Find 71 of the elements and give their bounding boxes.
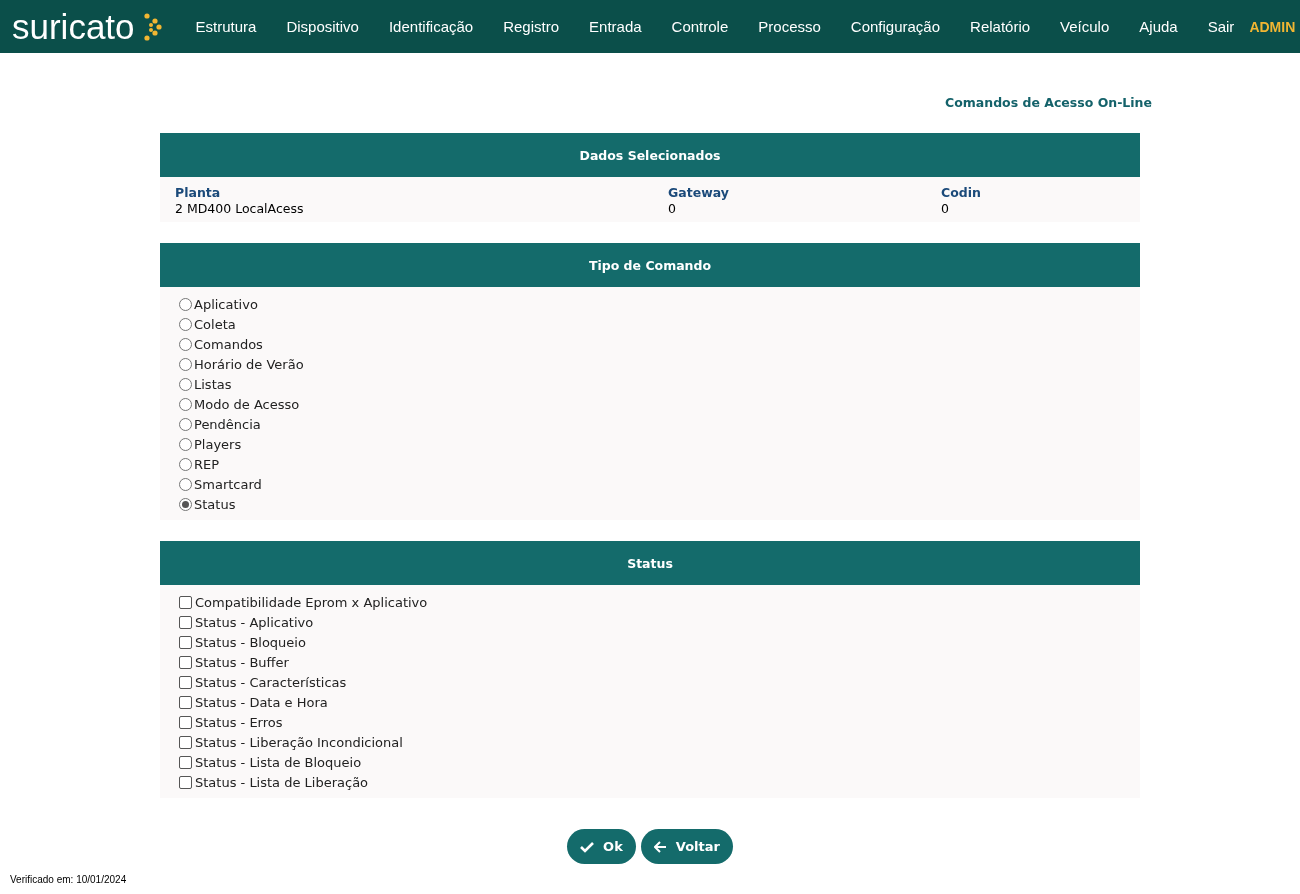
- radio-label[interactable]: Listas: [194, 376, 232, 392]
- section-header: Status: [160, 541, 1140, 585]
- field-value: 0: [941, 201, 950, 216]
- radio-label[interactable]: Horário de Verão: [194, 356, 304, 372]
- radio-button[interactable]: [179, 297, 192, 311]
- checkbox[interactable]: [179, 715, 192, 729]
- radio-label[interactable]: Coleta: [194, 316, 236, 332]
- checkbox-label[interactable]: Status - Aplicativo: [195, 614, 314, 630]
- menu-item[interactable]: Configuração: [850, 18, 941, 35]
- checkbox-label[interactable]: Status - Lista de Bloqueio: [195, 754, 362, 770]
- menu-item[interactable]: Processo: [758, 18, 821, 35]
- check-icon: [580, 840, 595, 853]
- ok-button[interactable]: Ok: [567, 829, 636, 864]
- checkbox[interactable]: [179, 735, 192, 749]
- logo-text: suricato: [12, 9, 135, 44]
- page-title: Comandos de Acesso On-Line: [944, 95, 1152, 110]
- radio-button[interactable]: [179, 377, 192, 391]
- menu-item[interactable]: Relatório: [970, 18, 1031, 35]
- radio-button[interactable]: [179, 357, 192, 371]
- checkbox-label[interactable]: Status - Liberação Incondicional: [195, 734, 403, 750]
- checkbox-label[interactable]: Status - Buffer: [195, 654, 289, 670]
- radio-button[interactable]: [179, 417, 192, 431]
- field-label: Codin: [941, 185, 982, 200]
- checkbox[interactable]: [179, 635, 192, 649]
- checkbox[interactable]: [179, 675, 192, 689]
- menu-item[interactable]: Sair: [1207, 18, 1235, 35]
- radio-button[interactable]: [179, 457, 192, 471]
- radio-label[interactable]: REP: [194, 456, 220, 472]
- radio-label[interactable]: Pendência: [194, 416, 261, 432]
- radio-button[interactable]: [179, 497, 192, 511]
- field-value: 2 MD400 LocalAcess: [175, 201, 305, 216]
- checkbox[interactable]: [179, 595, 192, 609]
- radio-label[interactable]: Smartcard: [194, 476, 262, 492]
- field-label: Gateway: [668, 185, 730, 200]
- checkbox-label[interactable]: Status - Data e Hora: [195, 694, 328, 710]
- radio-button[interactable]: [179, 317, 192, 331]
- section-header: Tipo de Comando: [160, 243, 1140, 287]
- section-header: Dados Selecionados: [160, 133, 1140, 177]
- checkbox-label[interactable]: Status - Lista de Liberação: [195, 774, 369, 790]
- radio-label[interactable]: Comandos: [194, 336, 263, 352]
- menu-item[interactable]: Registro: [503, 18, 560, 35]
- radio-label[interactable]: Status: [194, 496, 236, 512]
- radio-label[interactable]: Players: [194, 436, 242, 452]
- checkbox-label[interactable]: Status - Características: [195, 674, 347, 690]
- radio-button[interactable]: [179, 437, 192, 451]
- checkbox[interactable]: [179, 615, 192, 629]
- user-name[interactable]: ADMIN: [1249, 18, 1296, 35]
- checkbox[interactable]: [179, 655, 192, 669]
- radio-button[interactable]: [179, 477, 192, 491]
- back-button[interactable]: Voltar: [640, 829, 733, 864]
- radio-button[interactable]: [179, 337, 192, 351]
- menu-item[interactable]: Dispositivo: [286, 18, 359, 35]
- checkbox[interactable]: [179, 695, 192, 709]
- checkbox[interactable]: [179, 775, 192, 789]
- field-value: 0: [668, 201, 677, 216]
- checkbox-label[interactable]: Status - Erros: [195, 714, 283, 730]
- menu-item[interactable]: Estrutura: [195, 18, 257, 35]
- checkbox[interactable]: [179, 755, 192, 769]
- menu-item[interactable]: Ajuda: [1139, 18, 1178, 35]
- radio-button[interactable]: [179, 397, 192, 411]
- verification-date: Verificado em: 10/01/2024: [9, 873, 128, 885]
- menu-item[interactable]: Entrada: [589, 18, 642, 35]
- menu-item[interactable]: Identificação: [388, 18, 474, 35]
- radio-label[interactable]: Aplicativo: [194, 296, 258, 312]
- checkbox-label[interactable]: Status - Bloqueio: [195, 634, 306, 650]
- menu-item[interactable]: Veículo: [1060, 18, 1110, 35]
- menu-item[interactable]: Controle: [671, 18, 729, 35]
- checkbox-label[interactable]: Compatibilidade Eprom x Aplicativo: [195, 594, 428, 610]
- radio-label[interactable]: Modo de Acesso: [194, 396, 300, 412]
- field-label: Planta: [175, 185, 222, 200]
- arrow-left-icon: [653, 840, 667, 853]
